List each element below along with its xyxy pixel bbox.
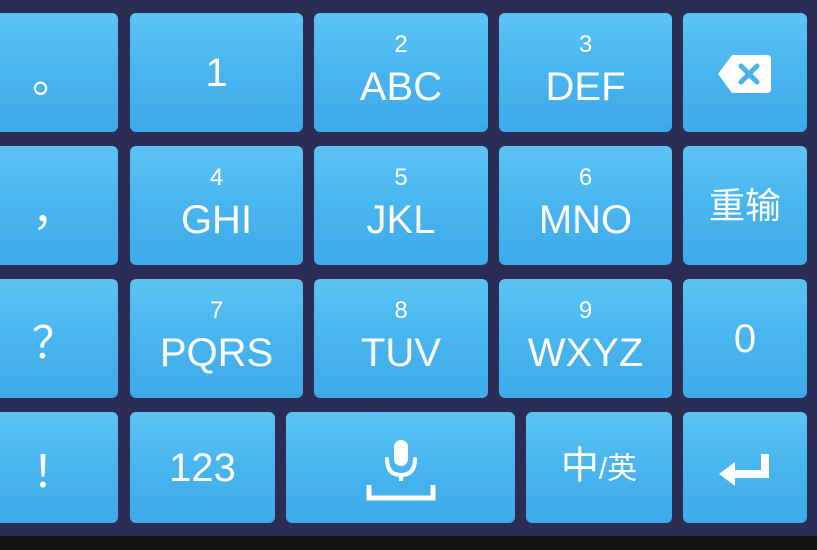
- key-6-digit: 6: [578, 164, 593, 191]
- key-9-letters: WXYZ: [527, 331, 644, 375]
- key-1-label: 1: [205, 50, 228, 95]
- backspace-icon: [718, 55, 771, 93]
- key-9-wxyz[interactable]: 9 WXYZ: [499, 279, 672, 398]
- key-7-digit: 7: [209, 297, 224, 324]
- key-3-letters: DEF: [545, 65, 626, 109]
- lang-en-label: 英: [607, 452, 638, 485]
- key-5-letters: JKL: [366, 198, 436, 242]
- key-5-jkl[interactable]: 5 JKL: [314, 146, 488, 265]
- microphone-icon: [366, 440, 436, 501]
- side-key-period-label: 。: [32, 51, 76, 103]
- reinput-label: 重输: [708, 184, 781, 226]
- t9-keyboard: 。 1 2 ABC 3 DEF ， 4 GHI 5 JKL 6 MNO 重输 ？…: [0, 0, 817, 536]
- key-6-letters: MNO: [538, 198, 633, 242]
- key-9-digit: 9: [578, 297, 593, 324]
- reinput-key[interactable]: 重输: [683, 146, 807, 265]
- side-key-comma[interactable]: ，: [0, 146, 118, 265]
- side-key-exclamation[interactable]: ！: [0, 412, 118, 523]
- key-2-abc[interactable]: 2 ABC: [314, 13, 488, 132]
- key-4-digit: 4: [209, 164, 224, 191]
- lang-slash: /: [598, 452, 608, 485]
- enter-key[interactable]: [683, 412, 807, 523]
- language-toggle-key[interactable]: 中/英: [526, 412, 672, 523]
- side-key-period[interactable]: 。: [0, 13, 118, 132]
- key-8-tuv[interactable]: 8 TUV: [314, 279, 488, 398]
- backspace-key[interactable]: [683, 13, 807, 132]
- key-2-digit: 2: [394, 31, 408, 58]
- lang-zh-label: 中: [560, 445, 599, 487]
- side-key-question-label: ？: [32, 317, 76, 369]
- key-0[interactable]: 0: [683, 279, 807, 398]
- key-0-label: 0: [733, 316, 757, 361]
- key-8-digit: 8: [394, 297, 408, 324]
- side-key-comma-label: ，: [32, 184, 76, 236]
- key-3-digit: 3: [578, 31, 593, 58]
- key-5-digit: 5: [394, 164, 408, 191]
- side-key-exclamation-label: ！: [32, 446, 76, 498]
- key-3-def[interactable]: 3 DEF: [499, 13, 672, 132]
- side-key-question[interactable]: ？: [0, 279, 118, 398]
- key-1[interactable]: 1: [130, 13, 303, 132]
- language-toggle-label: 中/英: [526, 446, 672, 489]
- key-4-letters: GHI: [180, 198, 253, 242]
- key-4-ghi[interactable]: 4 GHI: [130, 146, 303, 265]
- key-8-letters: TUV: [361, 331, 441, 375]
- voice-input-key[interactable]: [286, 412, 515, 523]
- key-2-letters: ABC: [359, 65, 443, 109]
- symbols-label: 123: [169, 445, 236, 490]
- key-6-mno[interactable]: 6 MNO: [499, 146, 672, 265]
- system-bottom-bar: [0, 536, 817, 550]
- enter-icon: [719, 454, 769, 486]
- key-7-pqrs[interactable]: 7 PQRS: [130, 279, 303, 398]
- key-7-letters: PQRS: [159, 331, 274, 375]
- symbols-key[interactable]: 123: [130, 412, 275, 523]
